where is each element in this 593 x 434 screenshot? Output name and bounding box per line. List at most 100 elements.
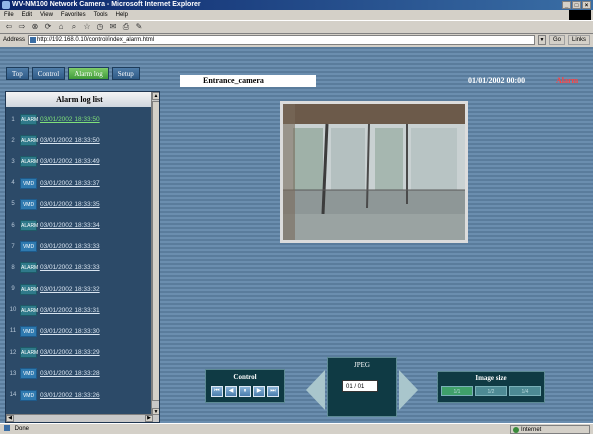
size-full-button[interactable]: 1/1 <box>441 386 473 396</box>
status-text: Done <box>14 426 30 432</box>
minimize-button[interactable]: _ <box>562 1 571 9</box>
forward-icon[interactable]: ⇨ <box>17 22 27 32</box>
alarm-log-row[interactable]: 8 ALARM 03/01/2002 18:33:33 <box>6 257 153 278</box>
ie-icon <box>2 1 10 9</box>
menu-favorites[interactable]: Favorites <box>61 12 86 18</box>
horizontal-scrollbar[interactable]: ◀ ▶ <box>6 414 159 422</box>
vmd-badge-icon: VMD <box>20 325 37 337</box>
alarm-badge-icon: ALARM <box>20 262 38 274</box>
window-title: WV-NM100 Network Camera - Microsoft Inte… <box>12 1 201 8</box>
alarm-log-row[interactable]: 4 VMD 03/01/2002 18:33:37 <box>6 173 153 194</box>
size-half-button[interactable]: 1/2 <box>475 386 507 396</box>
go-button[interactable]: Go <box>548 35 565 45</box>
alarm-time-link[interactable]: 03/01/2002 18:33:50 <box>40 116 100 123</box>
alarm-log-row[interactable]: 6 ALARM 03/01/2002 18:33:34 <box>6 215 153 236</box>
alarm-badge-icon: ALARM <box>20 347 38 359</box>
window-titlebar: WV-NM100 Network Camera - Microsoft Inte… <box>0 0 593 10</box>
globe-icon <box>513 427 519 433</box>
scroll-right-icon[interactable]: ▶ <box>145 415 153 422</box>
alarm-log-title: Alarm log list <box>6 92 153 107</box>
address-input[interactable]: http://192.168.0.10/control/index_alarm.… <box>28 35 535 45</box>
previous-page-arrow[interactable] <box>306 370 325 410</box>
row-index: 6 <box>11 222 15 229</box>
scroll-left-icon[interactable]: ◀ <box>6 415 14 422</box>
tab-top[interactable]: Top <box>6 67 29 80</box>
row-index: 2 <box>11 137 15 144</box>
jpeg-page-panel: JPEG 01 / 01 <box>327 357 397 417</box>
favorites-icon[interactable]: ☆ <box>82 22 92 32</box>
next-page-arrow[interactable] <box>399 370 418 410</box>
alarm-badge-icon: ALARM <box>20 304 38 316</box>
alarm-log-row[interactable]: 14 VMD 03/01/2002 18:33:26 <box>6 384 153 405</box>
camera-scene-image <box>283 104 465 240</box>
alarm-log-row[interactable]: 3 ALARM 03/01/2002 18:33:49 <box>6 151 153 172</box>
history-icon[interactable]: ◷ <box>95 22 105 32</box>
mail-icon[interactable]: ✉ <box>108 22 118 32</box>
alarm-time-link[interactable]: 03/01/2002 18:33:34 <box>40 222 100 229</box>
maximize-button[interactable]: □ <box>572 1 581 9</box>
alarm-time-link[interactable]: 03/01/2002 18:33:31 <box>40 307 100 314</box>
menu-file[interactable]: File <box>4 12 14 18</box>
last-frame-button[interactable]: ⏭ <box>267 386 279 397</box>
alarm-time-link[interactable]: 03/01/2002 18:33:35 <box>40 201 100 208</box>
back-icon[interactable]: ⇦ <box>4 22 14 32</box>
row-index: 13 <box>9 370 17 377</box>
address-dropdown-icon[interactable]: ▼ <box>537 35 546 45</box>
scroll-thumb[interactable] <box>152 101 159 401</box>
pause-button[interactable]: ⏸ <box>239 386 251 397</box>
row-index: 11 <box>9 328 17 335</box>
tab-control[interactable]: Control <box>31 67 66 80</box>
alarm-time-link[interactable]: 03/01/2002 18:33:33 <box>40 243 100 250</box>
first-frame-button[interactable]: ⏮ <box>211 386 223 397</box>
alarm-time-link[interactable]: 03/01/2002 18:33:49 <box>40 158 100 165</box>
menu-edit[interactable]: Edit <box>22 12 32 18</box>
nav-tabs: Top Control Alarm log Setup <box>6 67 140 80</box>
stop-icon[interactable]: ⊗ <box>30 22 40 32</box>
alarm-time-link[interactable]: 03/01/2002 18:33:29 <box>40 349 100 356</box>
zone-label: Internet <box>521 427 542 433</box>
alarm-time-link[interactable]: 03/01/2002 18:33:33 <box>40 264 100 271</box>
alarm-log-row[interactable]: 2 ALARM 03/01/2002 18:33:50 <box>6 130 153 151</box>
tab-alarm-log[interactable]: Alarm log <box>68 67 109 80</box>
menu-help[interactable]: Help <box>116 12 128 18</box>
previous-frame-button[interactable]: ◀ <box>225 386 237 397</box>
alarm-time-link[interactable]: 03/01/2002 18:33:28 <box>40 370 100 377</box>
alarm-time-link[interactable]: 03/01/2002 18:33:32 <box>40 286 100 293</box>
alarm-log-row[interactable]: 1 ALARM 03/01/2002 18:33:50 <box>6 109 153 130</box>
edit-icon[interactable]: ✎ <box>134 22 144 32</box>
alarm-time-link[interactable]: 03/01/2002 18:33:26 <box>40 392 100 399</box>
alarm-log-row[interactable]: 13 VMD 03/01/2002 18:33:28 <box>6 363 153 384</box>
alarm-time-link[interactable]: 03/01/2002 18:33:50 <box>40 137 100 144</box>
scroll-up-icon[interactable]: ▲ <box>152 92 159 100</box>
refresh-icon[interactable]: ⟳ <box>43 22 53 32</box>
row-index: 5 <box>11 201 15 208</box>
next-frame-button[interactable]: ▶ <box>253 386 265 397</box>
alarm-log-row[interactable]: 9 ALARM 03/01/2002 18:33:32 <box>6 279 153 300</box>
alarm-log-row[interactable]: 12 ALARM 03/01/2002 18:33:29 <box>6 342 153 363</box>
menu-view[interactable]: View <box>40 12 53 18</box>
alarm-log-row[interactable]: 10 ALARM 03/01/2002 18:33:31 <box>6 300 153 321</box>
image-size-panel: Image size 1/1 1/2 1/4 <box>437 371 545 403</box>
home-icon[interactable]: ⌂ <box>56 22 66 32</box>
camera-datetime: 01/01/2002 00:00 <box>468 76 526 85</box>
menu-bar: File Edit View Favorites Tools Help <box>0 10 593 20</box>
page-number-field[interactable]: 01 / 01 <box>342 380 378 392</box>
tab-setup[interactable]: Setup <box>111 67 140 80</box>
alarm-time-link[interactable]: 03/01/2002 18:33:37 <box>40 180 100 187</box>
status-bar: Done Internet <box>0 423 593 434</box>
security-zone: Internet <box>510 425 590 434</box>
close-button[interactable]: × <box>582 1 591 9</box>
size-quarter-button[interactable]: 1/4 <box>509 386 541 396</box>
alarm-indicator: Alarm <box>556 76 579 85</box>
alarm-log-row[interactable]: 5 VMD 03/01/2002 18:33:35 <box>6 194 153 215</box>
vertical-scrollbar[interactable]: ▲ ▼ <box>151 92 159 422</box>
image-size-label: Image size <box>475 374 507 382</box>
alarm-log-row[interactable]: 11 VMD 03/01/2002 18:33:30 <box>6 321 153 342</box>
links-button[interactable]: Links <box>567 35 590 45</box>
menu-tools[interactable]: Tools <box>94 12 108 18</box>
search-icon[interactable]: ⌕ <box>69 22 79 32</box>
alarm-log-row[interactable]: 7 VMD 03/01/2002 18:33:33 <box>6 236 153 257</box>
print-icon[interactable]: ⎙ <box>121 22 131 32</box>
browser-toolbar: ⇦ ⇨ ⊗ ⟳ ⌂ ⌕ ☆ ◷ ✉ ⎙ ✎ <box>0 20 593 34</box>
alarm-time-link[interactable]: 03/01/2002 18:33:30 <box>40 328 100 335</box>
